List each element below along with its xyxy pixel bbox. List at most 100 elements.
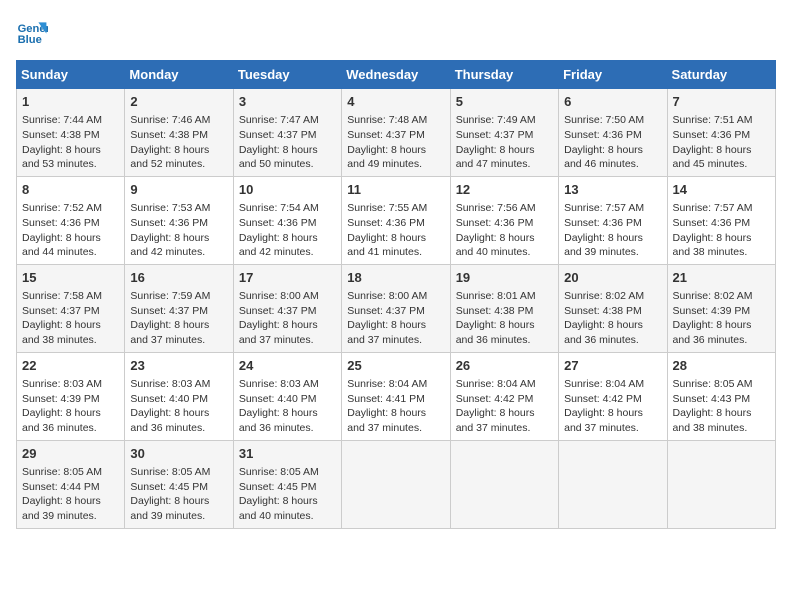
calendar-cell: 18Sunrise: 8:00 AMSunset: 4:37 PMDayligh… [342,264,450,352]
daylight-label: Daylight: 8 hours and 44 minutes. [22,232,101,259]
sunrise-text: Sunrise: 7:59 AM [130,290,210,302]
sunrise-text: Sunrise: 8:05 AM [673,378,753,390]
weekday-header: Saturday [667,61,775,89]
day-number: 16 [130,269,227,287]
daylight-label: Daylight: 8 hours and 41 minutes. [347,232,426,259]
day-number: 10 [239,181,336,199]
calendar-cell: 1Sunrise: 7:44 AMSunset: 4:38 PMDaylight… [17,89,125,177]
daylight-label: Daylight: 8 hours and 50 minutes. [239,144,318,171]
sunrise-text: Sunrise: 7:57 AM [564,202,644,214]
sunrise-text: Sunrise: 8:04 AM [347,378,427,390]
weekday-header: Thursday [450,61,558,89]
sunset-text: Sunset: 4:37 PM [456,129,534,141]
calendar-cell: 20Sunrise: 8:02 AMSunset: 4:38 PMDayligh… [559,264,667,352]
sunrise-text: Sunrise: 8:03 AM [239,378,319,390]
weekday-header: Friday [559,61,667,89]
calendar-cell [450,440,558,528]
logo-icon: General Blue [16,16,48,48]
sunset-text: Sunset: 4:44 PM [22,481,100,493]
day-number: 22 [22,357,119,375]
day-number: 1 [22,93,119,111]
sunset-text: Sunset: 4:40 PM [130,393,208,405]
sunset-text: Sunset: 4:38 PM [130,129,208,141]
sunrise-text: Sunrise: 7:47 AM [239,114,319,126]
day-number: 27 [564,357,661,375]
calendar-week-row: 8 Sunrise: 7:52 AM Sunset: 4:36 PM Daylight… [17,176,776,264]
page-header: General Blue [16,16,776,48]
day-number: 24 [239,357,336,375]
daylight-label: Daylight: 8 hours and 37 minutes. [347,319,426,346]
sunset-text: Sunset: 4:37 PM [347,129,425,141]
sunrise-text: Sunrise: 7:54 AM [239,202,319,214]
calendar-cell: 8Sunrise: 7:52 AMSunset: 4:36 PMDaylight… [17,176,125,264]
daylight-label: Daylight: 8 hours and 38 minutes. [673,407,752,434]
daylight-label: Daylight: 8 hours and 38 minutes. [22,319,101,346]
sunrise-text: Sunrise: 8:00 AM [239,290,319,302]
day-number: 31 [239,445,336,463]
sunrise-text: Sunrise: 7:52 AM [22,202,102,214]
logo: General Blue [16,16,52,48]
sunset-text: Sunset: 4:42 PM [456,393,534,405]
calendar-cell: 4Sunrise: 7:48 AMSunset: 4:37 PMDaylight… [342,89,450,177]
daylight-label: Daylight: 8 hours and 42 minutes. [239,232,318,259]
day-number: 2 [130,93,227,111]
daylight-label: Daylight: 8 hours and 36 minutes. [130,407,209,434]
sunset-text: Sunset: 4:39 PM [22,393,100,405]
sunset-text: Sunset: 4:38 PM [456,305,534,317]
calendar-cell: 22 Sunrise: 8:03 AM Sunset: 4:39 PM Dayligh… [17,352,125,440]
daylight-label: Daylight: 8 hours and 37 minutes. [564,407,643,434]
calendar-body: 1Sunrise: 7:44 AMSunset: 4:38 PMDaylight… [17,89,776,529]
sunrise-text: Sunrise: 8:03 AM [22,378,102,390]
sunrise-text: Sunrise: 7:58 AM [22,290,102,302]
sunrise-text: Sunrise: 7:48 AM [347,114,427,126]
day-number: 3 [239,93,336,111]
sunrise-text: Sunrise: 7:56 AM [456,202,536,214]
calendar-week-row: 22 Sunrise: 8:03 AM Sunset: 4:39 PM Dayligh… [17,352,776,440]
sunrise-text: Sunrise: 7:53 AM [130,202,210,214]
daylight-label: Daylight: 8 hours and 36 minutes. [456,319,535,346]
sunrise-text: Sunrise: 8:05 AM [130,466,210,478]
day-number: 17 [239,269,336,287]
calendar-cell: 5Sunrise: 7:49 AMSunset: 4:37 PMDaylight… [450,89,558,177]
calendar-cell: 6Sunrise: 7:50 AMSunset: 4:36 PMDaylight… [559,89,667,177]
calendar-cell [342,440,450,528]
weekday-header-row: SundayMondayTuesdayWednesdayThursdayFrid… [17,61,776,89]
calendar-cell: 9Sunrise: 7:53 AMSunset: 4:36 PMDaylight… [125,176,233,264]
daylight-label: Daylight: 8 hours and 42 minutes. [130,232,209,259]
day-number: 30 [130,445,227,463]
daylight-label: Daylight: 8 hours and 36 minutes. [673,319,752,346]
weekday-header: Tuesday [233,61,341,89]
daylight-label: Daylight: 8 hours and 37 minutes. [347,407,426,434]
calendar-cell [667,440,775,528]
sunset-text: Sunset: 4:36 PM [564,129,642,141]
day-number: 19 [456,269,553,287]
sunset-text: Sunset: 4:40 PM [239,393,317,405]
sunset-text: Sunset: 4:36 PM [130,217,208,229]
sunrise-text: Sunrise: 8:04 AM [564,378,644,390]
sunrise-text: Sunrise: 8:01 AM [456,290,536,302]
day-number: 18 [347,269,444,287]
day-number: 8 [22,181,119,199]
day-number: 6 [564,93,661,111]
daylight-label: Daylight: 8 hours and 36 minutes. [22,407,101,434]
daylight-label: Daylight: 8 hours and 39 minutes. [564,232,643,259]
daylight-label: Daylight: 8 hours and 37 minutes. [239,319,318,346]
calendar-cell: 13Sunrise: 7:57 AMSunset: 4:36 PMDayligh… [559,176,667,264]
calendar-week-row: 29Sunrise: 8:05 AMSunset: 4:44 PMDayligh… [17,440,776,528]
calendar-cell: 15Sunrise: 7:58 AMSunset: 4:37 PMDayligh… [17,264,125,352]
weekday-header: Monday [125,61,233,89]
sunset-text: Sunset: 4:41 PM [347,393,425,405]
sunset-text: Sunset: 4:36 PM [673,129,751,141]
day-number: 23 [130,357,227,375]
svg-text:Blue: Blue [18,34,42,46]
calendar-cell: 7Sunrise: 7:51 AMSunset: 4:36 PMDaylight… [667,89,775,177]
daylight-label: Daylight: 8 hours and 40 minutes. [239,495,318,522]
calendar-cell [559,440,667,528]
day-number: 5 [456,93,553,111]
daylight-label: Daylight: 8 hours and 45 minutes. [673,144,752,171]
daylight-label: Daylight: 8 hours and 38 minutes. [673,232,752,259]
daylight-label: Daylight: 8 hours and 52 minutes. [130,144,209,171]
calendar-week-row: 15Sunrise: 7:58 AMSunset: 4:37 PMDayligh… [17,264,776,352]
sunset-text: Sunset: 4:38 PM [564,305,642,317]
daylight-label: Daylight: 8 hours and 46 minutes. [564,144,643,171]
